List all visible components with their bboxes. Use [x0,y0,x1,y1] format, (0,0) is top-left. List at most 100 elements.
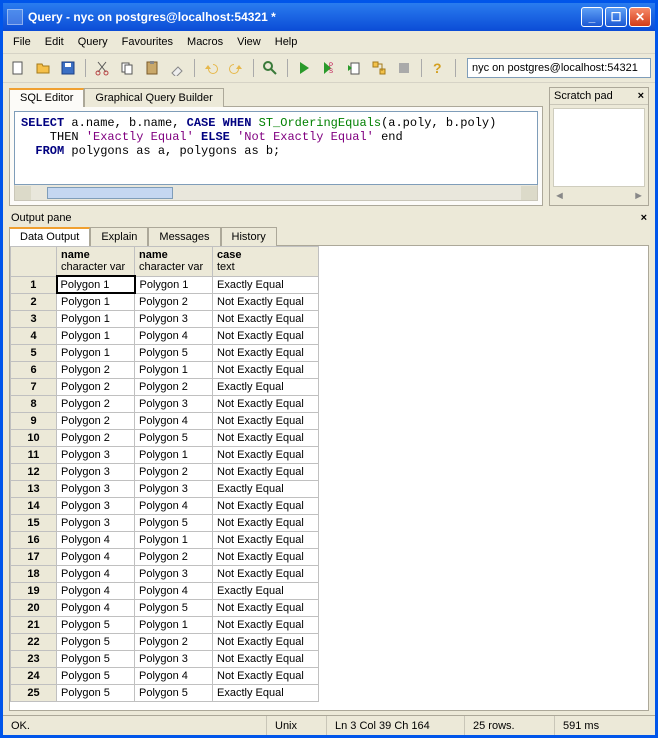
cell[interactable]: Polygon 1 [57,293,135,311]
cell[interactable]: Polygon 4 [135,328,213,345]
cell[interactable]: Exactly Equal [213,276,319,293]
row-header[interactable]: 17 [11,549,57,566]
row-header[interactable]: 11 [11,447,57,464]
cell[interactable]: Not Exactly Equal [213,413,319,430]
cell[interactable]: Polygon 1 [135,617,213,634]
new-icon[interactable] [7,57,29,79]
col-header-name-a[interactable]: namecharacter var [57,247,135,277]
clear-icon[interactable] [166,57,188,79]
row-header[interactable]: 13 [11,481,57,498]
cell[interactable]: Exactly Equal [213,583,319,600]
cut-icon[interactable] [91,57,113,79]
cell[interactable]: Polygon 2 [57,379,135,396]
menu-file[interactable]: File [7,34,37,50]
output-close-icon[interactable]: × [641,212,647,224]
cell[interactable]: Polygon 4 [135,668,213,685]
cell[interactable]: Not Exactly Equal [213,396,319,413]
cell[interactable]: Polygon 5 [57,651,135,668]
cell[interactable]: Not Exactly Equal [213,634,319,651]
execute-pgscript-icon[interactable]: PS [318,57,340,79]
cell[interactable]: Polygon 3 [135,651,213,668]
cell[interactable]: Polygon 3 [135,311,213,328]
row-header[interactable]: 10 [11,430,57,447]
cell[interactable]: Polygon 4 [57,583,135,600]
tab-data-output[interactable]: Data Output [9,227,90,246]
cell[interactable]: Polygon 3 [135,396,213,413]
row-header[interactable]: 14 [11,498,57,515]
row-header[interactable]: 4 [11,328,57,345]
menu-macros[interactable]: Macros [181,34,229,50]
redo-icon[interactable] [225,57,247,79]
scratch-body[interactable] [553,108,645,187]
row-header[interactable]: 19 [11,583,57,600]
cancel-icon[interactable] [393,57,415,79]
cell[interactable]: Polygon 5 [57,685,135,702]
menu-view[interactable]: View [231,34,267,50]
results-grid[interactable]: namecharacter var namecharacter var case… [9,245,649,711]
cell[interactable]: Not Exactly Equal [213,549,319,566]
row-header[interactable]: 1 [11,276,57,293]
close-button[interactable]: ✕ [629,7,651,27]
cell[interactable]: Polygon 1 [57,276,135,293]
cell[interactable]: Exactly Equal [213,481,319,498]
cell[interactable]: Polygon 2 [57,430,135,447]
row-header[interactable]: 25 [11,685,57,702]
row-header[interactable]: 8 [11,396,57,413]
cell[interactable]: Not Exactly Equal [213,293,319,311]
execute-icon[interactable] [293,57,315,79]
cell[interactable]: Polygon 4 [135,413,213,430]
cell[interactable]: Polygon 5 [135,345,213,362]
execute-file-icon[interactable] [343,57,365,79]
sql-editor[interactable]: SELECT a.name, b.name, CASE WHEN ST_Orde… [14,111,538,185]
row-header[interactable]: 6 [11,362,57,379]
cell[interactable]: Polygon 2 [57,413,135,430]
cell[interactable]: Polygon 1 [57,328,135,345]
tab-sql-editor[interactable]: SQL Editor [9,88,84,107]
row-header[interactable]: 12 [11,464,57,481]
cell[interactable]: Polygon 1 [135,447,213,464]
editor-hscrollbar[interactable] [14,185,538,201]
cell[interactable]: Not Exactly Equal [213,464,319,481]
col-header-name-b[interactable]: namecharacter var [135,247,213,277]
save-icon[interactable] [57,57,79,79]
row-header[interactable]: 18 [11,566,57,583]
cell[interactable]: Polygon 4 [57,600,135,617]
cell[interactable]: Polygon 2 [57,396,135,413]
row-header[interactable]: 20 [11,600,57,617]
row-header[interactable]: 2 [11,293,57,311]
cell[interactable]: Polygon 1 [57,311,135,328]
cell[interactable]: Polygon 1 [135,362,213,379]
cell[interactable]: Not Exactly Equal [213,311,319,328]
cell[interactable]: Polygon 4 [135,583,213,600]
cell[interactable]: Polygon 4 [135,498,213,515]
cell[interactable]: Polygon 4 [57,566,135,583]
cell[interactable]: Polygon 3 [57,464,135,481]
tab-explain[interactable]: Explain [90,227,148,246]
cell[interactable]: Not Exactly Equal [213,651,319,668]
cell[interactable]: Not Exactly Equal [213,600,319,617]
cell[interactable]: Exactly Equal [213,379,319,396]
cell[interactable]: Polygon 5 [57,668,135,685]
menu-edit[interactable]: Edit [39,34,70,50]
cell[interactable]: Not Exactly Equal [213,345,319,362]
row-header[interactable]: 15 [11,515,57,532]
row-header[interactable]: 21 [11,617,57,634]
row-header[interactable]: 24 [11,668,57,685]
cell[interactable]: Not Exactly Equal [213,447,319,464]
cell[interactable]: Not Exactly Equal [213,362,319,379]
scratch-next-icon[interactable]: ► [633,190,644,202]
cell[interactable]: Polygon 2 [135,293,213,311]
cell[interactable]: Polygon 1 [57,345,135,362]
find-icon[interactable] [259,57,281,79]
cell[interactable]: Polygon 5 [57,634,135,651]
cell[interactable]: Not Exactly Equal [213,498,319,515]
explain-icon[interactable] [368,57,390,79]
cell[interactable]: Not Exactly Equal [213,668,319,685]
row-header-corner[interactable] [11,247,57,277]
cell[interactable]: Polygon 1 [135,276,213,293]
cell[interactable]: Not Exactly Equal [213,328,319,345]
cell[interactable]: Not Exactly Equal [213,532,319,549]
cell[interactable]: Polygon 4 [57,549,135,566]
row-header[interactable]: 22 [11,634,57,651]
scratch-close-icon[interactable]: × [638,90,644,102]
